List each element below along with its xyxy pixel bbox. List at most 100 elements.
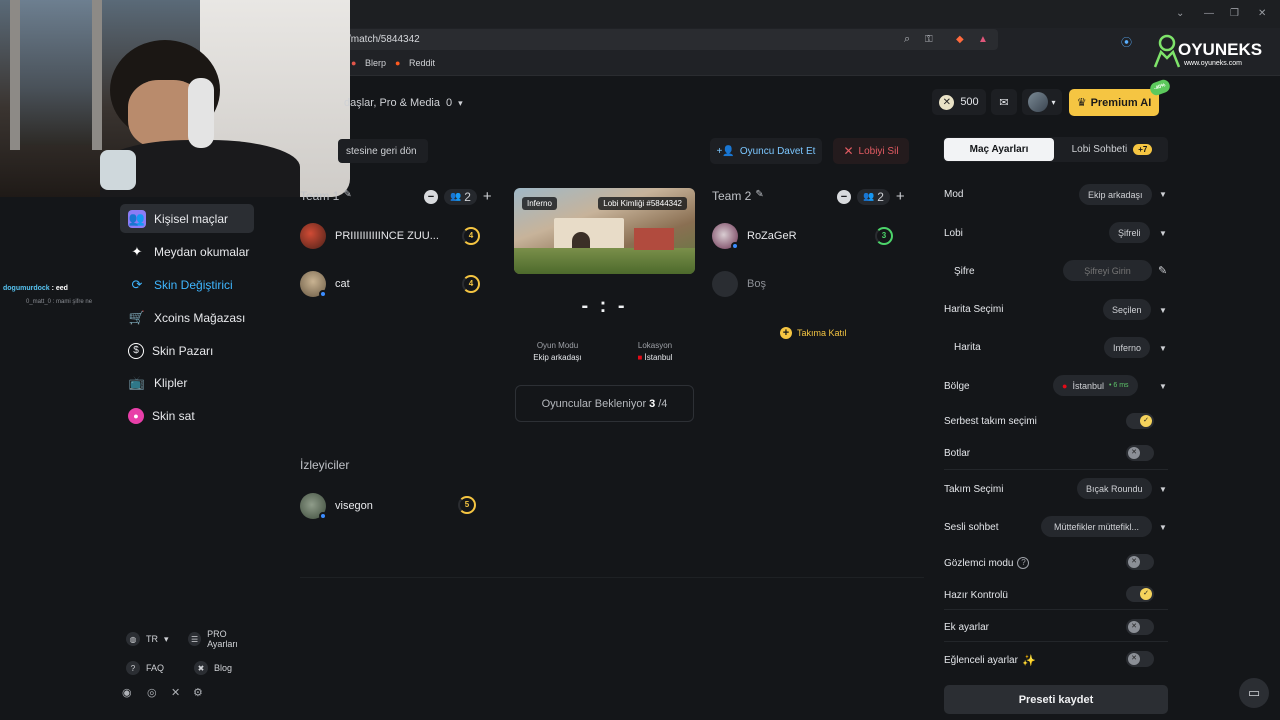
back-to-list-button[interactable]: stesine geri dön <box>338 139 428 163</box>
join-team-button[interactable]: + Takıma Katıl <box>780 327 847 339</box>
premium-label: Premium AI <box>1090 96 1152 109</box>
chevron-down-icon: ▼ <box>1159 306 1167 315</box>
coins-balance[interactable]: ✕ 500 <box>932 89 986 115</box>
edit-icon[interactable]: ✎ <box>343 189 351 203</box>
blog-button[interactable]: ✖ Blog <box>188 657 256 679</box>
team2-empty-slot[interactable]: Boş <box>712 271 766 297</box>
sidebar-item-label: Skin Değiştirici <box>154 277 233 292</box>
edit-icon[interactable]: ✎ <box>755 189 763 203</box>
key-icon[interactable]: ⚿ <box>925 29 933 50</box>
lobby-filter-dropdown[interactable]: daşlar, Pro & Media 0 ▾ <box>336 90 476 116</box>
setting-label: Ek ayarlar <box>944 622 990 633</box>
faq-button[interactable]: ? FAQ <box>120 657 176 679</box>
team1-player-2[interactable]: cat <box>300 271 350 298</box>
cart-icon: 🛒 <box>128 309 146 325</box>
bookmark-blerp[interactable]: Blerp <box>365 58 386 68</box>
map-selection-select[interactable]: Seçilen <box>1103 299 1151 320</box>
sidebar-item-sell-skin[interactable]: ● Skin sat <box>120 401 254 430</box>
globe-icon: ◍ <box>126 632 140 646</box>
setting-label: Harita Seçimi <box>944 304 1004 315</box>
team1-title: Team 1 ✎ <box>300 189 352 203</box>
setting-label: Gözlemci modu ? <box>944 557 1030 569</box>
divider <box>944 469 1168 470</box>
voice-chat-select[interactable]: Müttefikler müttefikl... <box>1041 516 1152 537</box>
settings-list-icon: ☰ <box>188 632 202 646</box>
premium-button[interactable]: ♛ Premium AI <box>1069 89 1159 116</box>
window-restore-button[interactable]: ❐ <box>1230 8 1239 19</box>
chat-username: dogumurdock <box>3 285 50 292</box>
password-input[interactable] <box>1063 260 1152 281</box>
team2-title: Team 2 ✎ <box>712 189 764 203</box>
users-icon: 👥 <box>128 209 146 228</box>
sidebar-item-skin-changer[interactable]: ⟳ Skin Değiştirici <box>120 270 254 299</box>
pro-settings-button[interactable]: ☰ PRO Ayarları <box>182 628 256 650</box>
team-select-select[interactable]: Bıçak Roundu <box>1077 478 1152 499</box>
free-team-select-toggle[interactable]: ✓ <box>1126 413 1154 429</box>
support-chat-button[interactable]: ▭ <box>1239 678 1269 708</box>
setting-label: Eğlenceli ayarlar ✨ <box>944 654 1036 667</box>
steam-icon[interactable]: ⚙ <box>193 686 203 699</box>
bookmark-reddit[interactable]: Reddit <box>409 58 435 68</box>
pro-settings-label: PRO Ayarları <box>207 629 238 649</box>
window-close-button[interactable]: ✕ <box>1258 8 1266 19</box>
edit-icon[interactable]: ✎ <box>1158 264 1167 277</box>
team2-count: 👥 2 <box>857 188 890 205</box>
zoom-icon[interactable]: ⌕ <box>904 29 910 50</box>
sidebar-item-skin-market[interactable]: $ Skin Pazarı <box>120 336 254 365</box>
unread-badge: +7 <box>1133 144 1153 155</box>
avatar <box>300 493 327 520</box>
tab-match-settings[interactable]: Maç Ayarları <box>944 138 1054 161</box>
address-bar[interactable]: /match/5844342 ⌕ ⚿ ◆ ▲ <box>330 29 998 50</box>
invite-player-button[interactable]: +👤 Oyuncu Davet Et <box>710 138 822 164</box>
extension-icon[interactable]: ⦿ <box>1121 34 1132 50</box>
sidebar-item-personal-matches[interactable]: 👥 Kişisel maçlar <box>120 204 254 233</box>
lobby-type-select[interactable]: Şifreli <box>1109 222 1150 243</box>
inbox-button[interactable]: ✉ <box>991 89 1017 115</box>
team1-player-1[interactable]: PRIIIIIIIIIINCE ZUU... <box>300 223 439 249</box>
window-minimize-button[interactable]: — <box>1204 8 1214 19</box>
language-selector[interactable]: ◍ TR ▾ <box>120 628 176 650</box>
sidebar-item-xcoins-store[interactable]: 🛒 Xcoins Mağazası <box>120 303 254 332</box>
increase-button[interactable]: + <box>483 188 492 205</box>
decrease-button[interactable]: − <box>424 189 438 204</box>
decrease-button[interactable]: − <box>837 189 851 204</box>
ready-check-toggle[interactable]: ✓ <box>1126 586 1154 602</box>
delete-lobby-button[interactable]: ✕ Lobiyi Sil <box>833 138 909 164</box>
coins-amount: 500 <box>960 96 979 108</box>
help-icon[interactable]: ? <box>1017 557 1030 569</box>
rewards-icon[interactable]: ▲ <box>978 29 988 50</box>
x-twitter-icon[interactable]: ✕ <box>171 686 180 699</box>
save-preset-button[interactable]: Preseti kaydet <box>944 685 1168 714</box>
chevron-down-icon: ▼ <box>1159 523 1167 532</box>
profile-menu[interactable]: ▾ <box>1022 89 1062 115</box>
sidebar-item-label: Skin Pazarı <box>152 343 214 358</box>
faq-label: FAQ <box>146 663 165 673</box>
increase-button[interactable]: + <box>896 188 905 205</box>
team2-count-value: 2 <box>877 189 884 204</box>
chevron-down-icon: ▾ <box>458 97 463 108</box>
bots-toggle[interactable]: ✕ <box>1126 445 1154 461</box>
mode-select[interactable]: Ekip arkadaşı <box>1079 184 1152 205</box>
instagram-icon[interactable]: ◎ <box>147 686 157 699</box>
discord-icon[interactable]: ◉ <box>122 686 132 699</box>
region-select[interactable]: ● İstanbul • 6 ms <box>1053 375 1138 396</box>
level-badge: 3 <box>875 227 893 245</box>
minimize-icon[interactable]: ⌄ <box>1176 8 1184 19</box>
discount-badge: -40% <box>1148 77 1172 98</box>
sidebar-item-clips[interactable]: 📺 Klipler <box>120 368 254 397</box>
brave-shield-icon[interactable]: ◆ <box>956 29 964 50</box>
game-mode-value: Ekip arkadaşı <box>533 353 582 362</box>
divider <box>300 577 924 578</box>
x-icon: ✕ <box>1128 621 1140 633</box>
tab-lobby-chat[interactable]: Lobi Sohbeti +7 <box>1057 138 1167 161</box>
team2-player-1[interactable]: RoZaGeR <box>712 223 797 250</box>
observer-mode-toggle[interactable]: ✕ <box>1126 554 1154 570</box>
sidebar-item-label: Xcoins Mağazası <box>154 310 246 325</box>
fun-settings-toggle[interactable]: ✕ <box>1126 651 1154 667</box>
x-icon: ✕ <box>1128 447 1140 459</box>
spectator-player-1[interactable]: visegon <box>300 493 373 520</box>
tab-lobby-chat-label: Lobi Sohbeti <box>1071 144 1128 155</box>
sidebar-item-challenges[interactable]: ✦ Meydan okumalar <box>120 237 254 266</box>
extra-settings-toggle[interactable]: ✕ <box>1126 619 1154 635</box>
map-select[interactable]: Inferno <box>1104 337 1151 358</box>
